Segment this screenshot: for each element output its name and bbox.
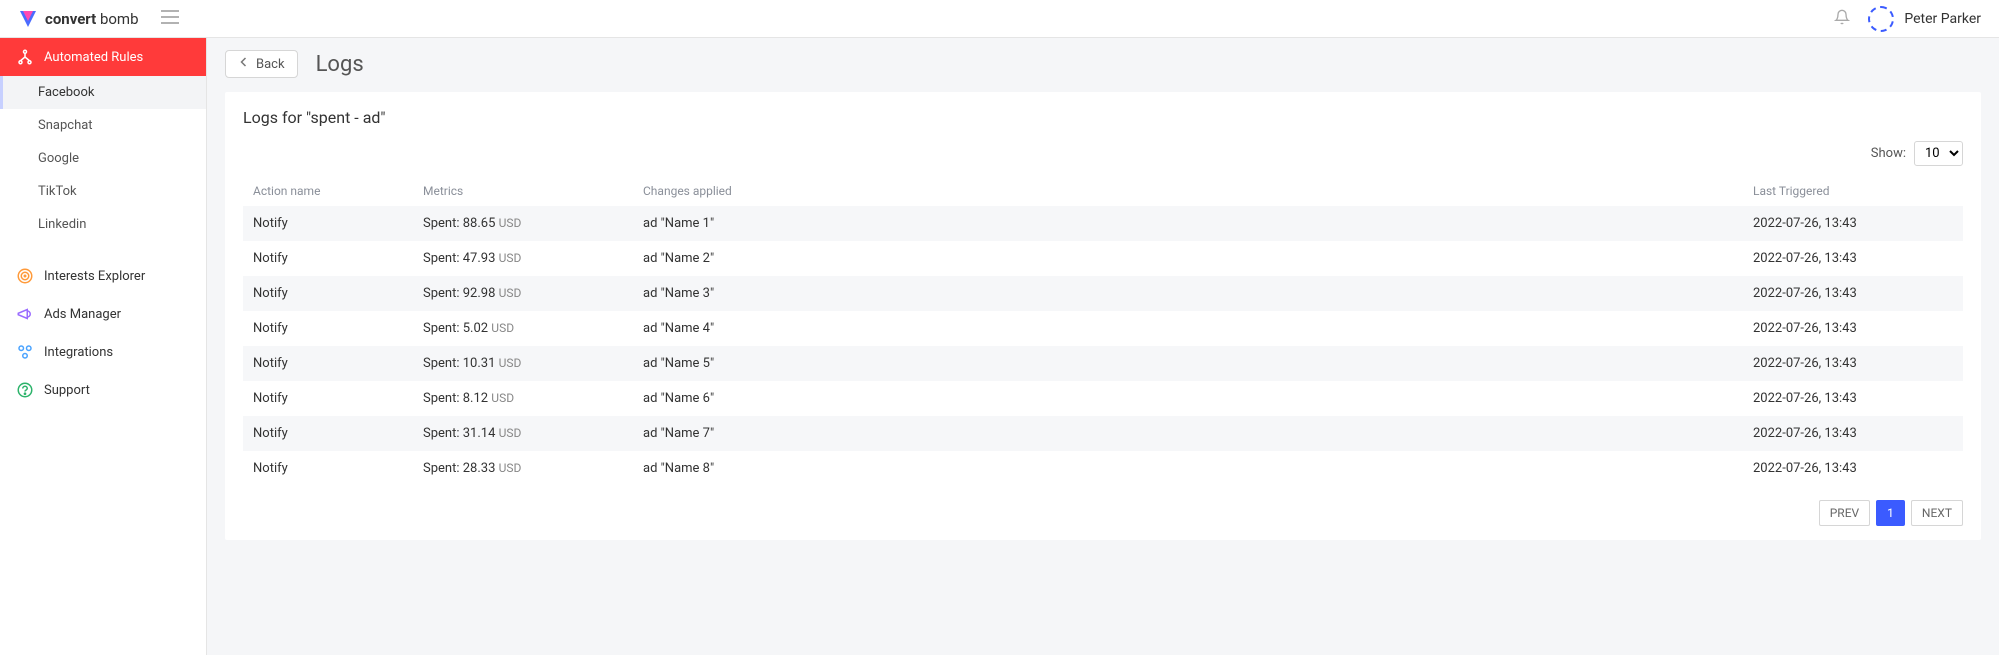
page-title: Logs xyxy=(316,52,364,77)
user-name-label: Peter Parker xyxy=(1904,11,1981,27)
cell-action: Notify xyxy=(243,451,413,486)
sidebar-item-label: Integrations xyxy=(44,345,113,360)
topbar: convert bomb Peter Parker xyxy=(0,0,1999,38)
brand-logo: convert bomb xyxy=(18,9,139,29)
cell-metrics: Spent: 88.65 USD xyxy=(413,206,633,241)
sidebar-item-automated-rules[interactable]: Automated Rules xyxy=(0,38,206,76)
sidebar-channel-snapchat[interactable]: Snapchat xyxy=(0,109,206,142)
logs-table: Action name Metrics Changes applied Last… xyxy=(243,176,1963,486)
cell-action: Notify xyxy=(243,241,413,276)
sidebar-item-support[interactable]: Support xyxy=(0,371,206,409)
pager-next-button[interactable]: NEXT xyxy=(1911,500,1963,526)
sidebar-item-label: Ads Manager xyxy=(44,307,121,322)
cell-action: Notify xyxy=(243,381,413,416)
cell-action: Notify xyxy=(243,311,413,346)
sidebar-item-interests-explorer[interactable]: Interests Explorer xyxy=(0,257,206,295)
cell-metrics: Spent: 92.98 USD xyxy=(413,276,633,311)
cell-triggered: 2022-07-26, 13:43 xyxy=(1743,451,1963,486)
integration-icon xyxy=(16,343,34,361)
avatar-icon xyxy=(1868,6,1894,32)
pager-page-1[interactable]: 1 xyxy=(1876,500,1905,526)
sidebar-item-label: Support xyxy=(44,383,90,398)
sidebar-channel-linkedin[interactable]: Linkedin xyxy=(0,208,206,241)
automated-rules-icon xyxy=(16,48,34,66)
cell-triggered: 2022-07-26, 13:43 xyxy=(1743,311,1963,346)
logo-icon xyxy=(18,9,38,29)
cell-metrics: Spent: 10.31 USD xyxy=(413,346,633,381)
cell-action: Notify xyxy=(243,206,413,241)
column-action: Action name xyxy=(243,176,413,206)
show-count-select[interactable]: 10 xyxy=(1914,141,1963,166)
cell-changes: ad "Name 7" xyxy=(633,416,1743,451)
back-label: Back xyxy=(256,57,285,72)
main-content: Back Logs Logs for "spent - ad" Show: 10… xyxy=(207,38,1999,655)
pagination: PREV 1 NEXT xyxy=(243,500,1963,526)
cell-changes: ad "Name 5" xyxy=(633,346,1743,381)
brand-name-light: bomb xyxy=(96,10,138,28)
megaphone-icon xyxy=(16,305,34,323)
cell-metrics: Spent: 8.12 USD xyxy=(413,381,633,416)
table-row: NotifySpent: 5.02 USDad "Name 4"2022-07-… xyxy=(243,311,1963,346)
table-row: NotifySpent: 92.98 USDad "Name 3"2022-07… xyxy=(243,276,1963,311)
pager-prev-button[interactable]: PREV xyxy=(1819,500,1870,526)
cell-action: Notify xyxy=(243,276,413,311)
cell-changes: ad "Name 4" xyxy=(633,311,1743,346)
back-arrow-icon xyxy=(238,56,250,72)
cell-triggered: 2022-07-26, 13:43 xyxy=(1743,241,1963,276)
cell-action: Notify xyxy=(243,346,413,381)
table-row: NotifySpent: 28.33 USDad "Name 8"2022-07… xyxy=(243,451,1963,486)
cell-metrics: Spent: 28.33 USD xyxy=(413,451,633,486)
notifications-icon[interactable] xyxy=(1834,9,1850,29)
table-row: NotifySpent: 8.12 USDad "Name 6"2022-07-… xyxy=(243,381,1963,416)
sidebar-item-label: Automated Rules xyxy=(44,50,143,65)
cell-triggered: 2022-07-26, 13:43 xyxy=(1743,381,1963,416)
column-changes: Changes applied xyxy=(633,176,1743,206)
cell-triggered: 2022-07-26, 13:43 xyxy=(1743,206,1963,241)
user-menu[interactable]: Peter Parker xyxy=(1868,6,1981,32)
table-row: NotifySpent: 47.93 USDad "Name 2"2022-07… xyxy=(243,241,1963,276)
sidebar-item-ads-manager[interactable]: Ads Manager xyxy=(0,295,206,333)
sidebar: Automated Rules Facebook Snapchat Google… xyxy=(0,38,207,655)
menu-toggle-icon[interactable] xyxy=(157,4,183,33)
column-triggered: Last Triggered xyxy=(1743,176,1963,206)
sidebar-channel-facebook[interactable]: Facebook xyxy=(0,76,206,109)
cell-changes: ad "Name 1" xyxy=(633,206,1743,241)
logs-panel: Logs for "spent - ad" Show: 10 Action na… xyxy=(225,92,1981,540)
table-row: NotifySpent: 10.31 USDad "Name 5"2022-07… xyxy=(243,346,1963,381)
sidebar-item-integrations[interactable]: Integrations xyxy=(0,333,206,371)
panel-title: Logs for "spent - ad" xyxy=(243,108,1963,127)
cell-changes: ad "Name 2" xyxy=(633,241,1743,276)
target-icon xyxy=(16,267,34,285)
cell-metrics: Spent: 31.14 USD xyxy=(413,416,633,451)
cell-changes: ad "Name 3" xyxy=(633,276,1743,311)
sidebar-channel-google[interactable]: Google xyxy=(0,142,206,175)
cell-triggered: 2022-07-26, 13:43 xyxy=(1743,416,1963,451)
sidebar-channel-tiktok[interactable]: TikTok xyxy=(0,175,206,208)
cell-changes: ad "Name 6" xyxy=(633,381,1743,416)
table-row: NotifySpent: 31.14 USDad "Name 7"2022-07… xyxy=(243,416,1963,451)
cell-action: Notify xyxy=(243,416,413,451)
table-row: NotifySpent: 88.65 USDad "Name 1"2022-07… xyxy=(243,206,1963,241)
cell-metrics: Spent: 47.93 USD xyxy=(413,241,633,276)
support-icon xyxy=(16,381,34,399)
cell-changes: ad "Name 8" xyxy=(633,451,1743,486)
back-button[interactable]: Back xyxy=(225,50,298,78)
brand-name-strong: convert xyxy=(45,10,96,28)
show-label: Show: xyxy=(1871,146,1906,161)
cell-metrics: Spent: 5.02 USD xyxy=(413,311,633,346)
cell-triggered: 2022-07-26, 13:43 xyxy=(1743,346,1963,381)
column-metrics: Metrics xyxy=(413,176,633,206)
sidebar-item-label: Interests Explorer xyxy=(44,269,145,284)
cell-triggered: 2022-07-26, 13:43 xyxy=(1743,276,1963,311)
